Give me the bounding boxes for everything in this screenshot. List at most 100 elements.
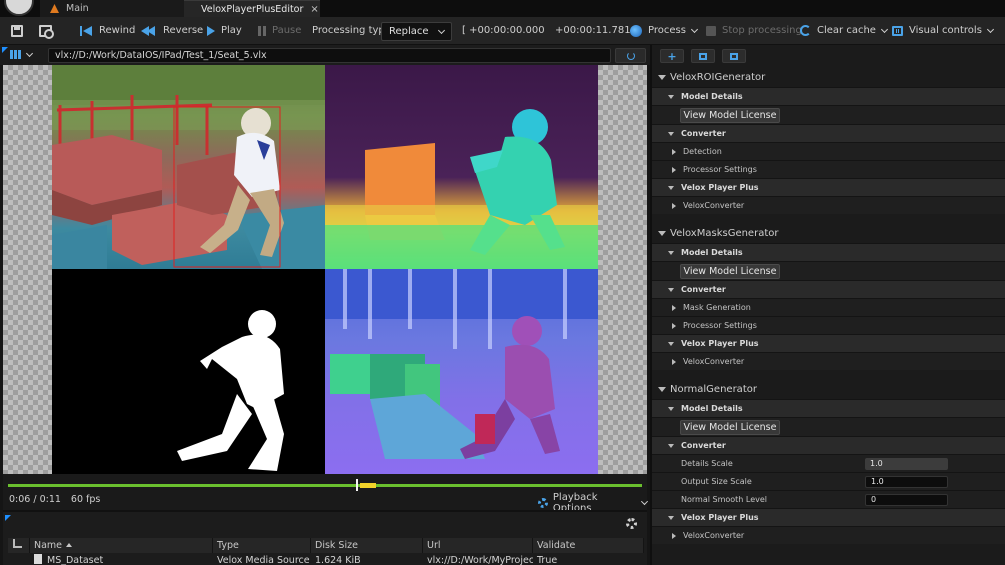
unreal-logo-icon[interactable]	[0, 0, 40, 17]
refresh-button[interactable]	[615, 48, 646, 63]
prop-label: Output Size Scale	[681, 477, 752, 486]
view-model-license-button[interactable]: View Model License	[680, 107, 780, 123]
generator-header-normal[interactable]: NormalGenerator	[652, 379, 1005, 399]
section-label: Converter	[681, 285, 726, 294]
processing-type-dropdown[interactable]: Replace	[381, 22, 452, 41]
source-url-field[interactable]: vlx://D:/Work/DataIOS/IPad/Test_1/Seat_5…	[48, 48, 611, 63]
timeline-scrub-handle[interactable]	[355, 479, 358, 491]
pause-button[interactable]: Pause	[258, 17, 301, 45]
prop-label: Details Scale	[681, 459, 733, 468]
timeline-track[interactable]	[8, 484, 642, 487]
section-label: Velox Player Plus	[681, 339, 759, 348]
expanded-caret-icon	[668, 515, 674, 520]
section-converter[interactable]: Converter	[652, 436, 1005, 454]
play-button[interactable]: Play	[207, 17, 242, 45]
row-name: MS_Dataset	[47, 555, 104, 565]
row-velox-converter[interactable]: VeloxConverter	[652, 526, 1005, 544]
name-column-header[interactable]: Name	[30, 538, 213, 553]
section-velox-player-plus[interactable]: Velox Player Plus	[652, 508, 1005, 526]
section-converter[interactable]: Converter	[652, 280, 1005, 298]
table-row[interactable]: MS_Dataset Velox Media Source 1.624 KiB …	[8, 553, 644, 565]
row-mask-generation[interactable]: Mask Generation	[652, 298, 1005, 316]
processing-type-value: Replace	[389, 26, 429, 37]
view-model-license-button[interactable]: View Model License	[680, 263, 780, 279]
play-label: Play	[221, 25, 242, 36]
add-generator-button[interactable]: +	[660, 49, 684, 63]
collapsed-caret-icon	[672, 148, 676, 155]
section-label: Model Details	[681, 248, 743, 257]
normal-frame-art	[325, 269, 598, 459]
save-button[interactable]	[11, 17, 23, 45]
section-model-details[interactable]: Model Details	[652, 87, 1005, 105]
row-detection[interactable]: Detection	[652, 142, 1005, 160]
layout-button[interactable]	[10, 49, 34, 59]
paste-icon	[730, 52, 738, 60]
clear-cache-label: Clear cache	[817, 25, 876, 36]
level-icon	[50, 4, 59, 13]
generator-name: NormalGenerator	[670, 383, 757, 395]
row-processor-settings[interactable]: Processor Settings	[652, 316, 1005, 334]
expanded-caret-icon	[668, 185, 674, 190]
type-column-header[interactable]: Type	[213, 538, 311, 553]
settings-gear-icon[interactable]	[626, 518, 637, 529]
details-scale-slider[interactable]: 1.0	[865, 457, 948, 470]
visual-controls-button[interactable]: Visual controls	[892, 17, 994, 45]
output-size-scale-input[interactable]: 1.0	[865, 475, 948, 488]
row-validate: True	[537, 554, 558, 565]
disk-size-column-header[interactable]: Disk Size	[311, 538, 423, 553]
stop-processing-button[interactable]: Stop processing	[706, 17, 802, 45]
section-velox-player-plus[interactable]: Velox Player Plus	[652, 178, 1005, 196]
row-processor-settings[interactable]: Processor Settings	[652, 160, 1005, 178]
row-velox-converter[interactable]: VeloxConverter	[652, 196, 1005, 214]
section-model-details[interactable]: Model Details	[652, 399, 1005, 417]
time-readout: 0:06 / 0:11 60 fps	[9, 494, 100, 505]
visual-controls-label: Visual controls	[909, 25, 982, 36]
play-icon	[207, 25, 215, 36]
toolbar: Rewind Reverse Play Pause Processing typ…	[0, 17, 1005, 45]
refresh-icon	[626, 51, 635, 60]
tab-velox-editor[interactable]: VeloxPlayerPlusEditor ×	[184, 0, 320, 17]
tree-icon	[13, 539, 22, 548]
view-model-license-button[interactable]: View Model License	[680, 419, 780, 435]
stop-icon	[706, 25, 716, 36]
close-tab-icon[interactable]: ×	[310, 4, 318, 15]
expanded-arrow-icon	[658, 386, 666, 392]
reverse-button[interactable]: Reverse	[141, 17, 203, 45]
paste-generator-button[interactable]	[722, 49, 746, 63]
details-panel: + VeloxROIGenerator Model Details View M…	[650, 45, 1005, 565]
mask-frame-art	[177, 310, 284, 471]
collapsed-caret-icon	[672, 322, 676, 329]
fps-readout: 60 fps	[70, 494, 101, 505]
section-model-details[interactable]: Model Details	[652, 243, 1005, 261]
tab-main[interactable]: Main	[40, 0, 184, 17]
row-size: 1.624 KiB	[315, 554, 361, 565]
asset-table: Name Type Disk Size Url Validate MS_Data…	[8, 538, 644, 565]
reverse-icon	[141, 25, 157, 36]
copy-generator-button[interactable]	[691, 49, 715, 63]
row-label: Mask Generation	[683, 303, 751, 312]
gear-icon	[538, 498, 548, 508]
collapsed-caret-icon	[672, 358, 676, 365]
normal-smooth-level-input[interactable]: 0	[865, 493, 948, 506]
panel-corner-icon	[5, 515, 11, 521]
layout-icon	[10, 50, 21, 59]
tab-editor-label: VeloxPlayerPlusEditor	[201, 3, 304, 15]
validate-column-header[interactable]: Validate	[533, 538, 644, 553]
process-button[interactable]: Process	[630, 17, 698, 45]
output-grid	[52, 65, 598, 474]
panel-corner-icon	[2, 47, 8, 53]
clear-cache-button[interactable]: Clear cache	[800, 17, 888, 45]
generator-header-roi[interactable]: VeloxROIGenerator	[652, 67, 1005, 87]
row-velox-converter[interactable]: VeloxConverter	[652, 352, 1005, 370]
browse-button[interactable]	[39, 17, 54, 45]
row-url: vlx://D:/Work/MyProject5-	[427, 554, 533, 565]
section-velox-player-plus[interactable]: Velox Player Plus	[652, 334, 1005, 352]
url-column-header[interactable]: Url	[423, 538, 533, 553]
video-viewport[interactable]	[3, 65, 647, 474]
title-bar: Main VeloxPlayerPlusEditor ×	[0, 0, 1005, 17]
rewind-button[interactable]: Rewind	[80, 17, 135, 45]
tree-column[interactable]	[8, 538, 30, 553]
license-row: View Model License	[652, 261, 1005, 280]
generator-header-masks[interactable]: VeloxMasksGenerator	[652, 223, 1005, 243]
section-converter[interactable]: Converter	[652, 124, 1005, 142]
